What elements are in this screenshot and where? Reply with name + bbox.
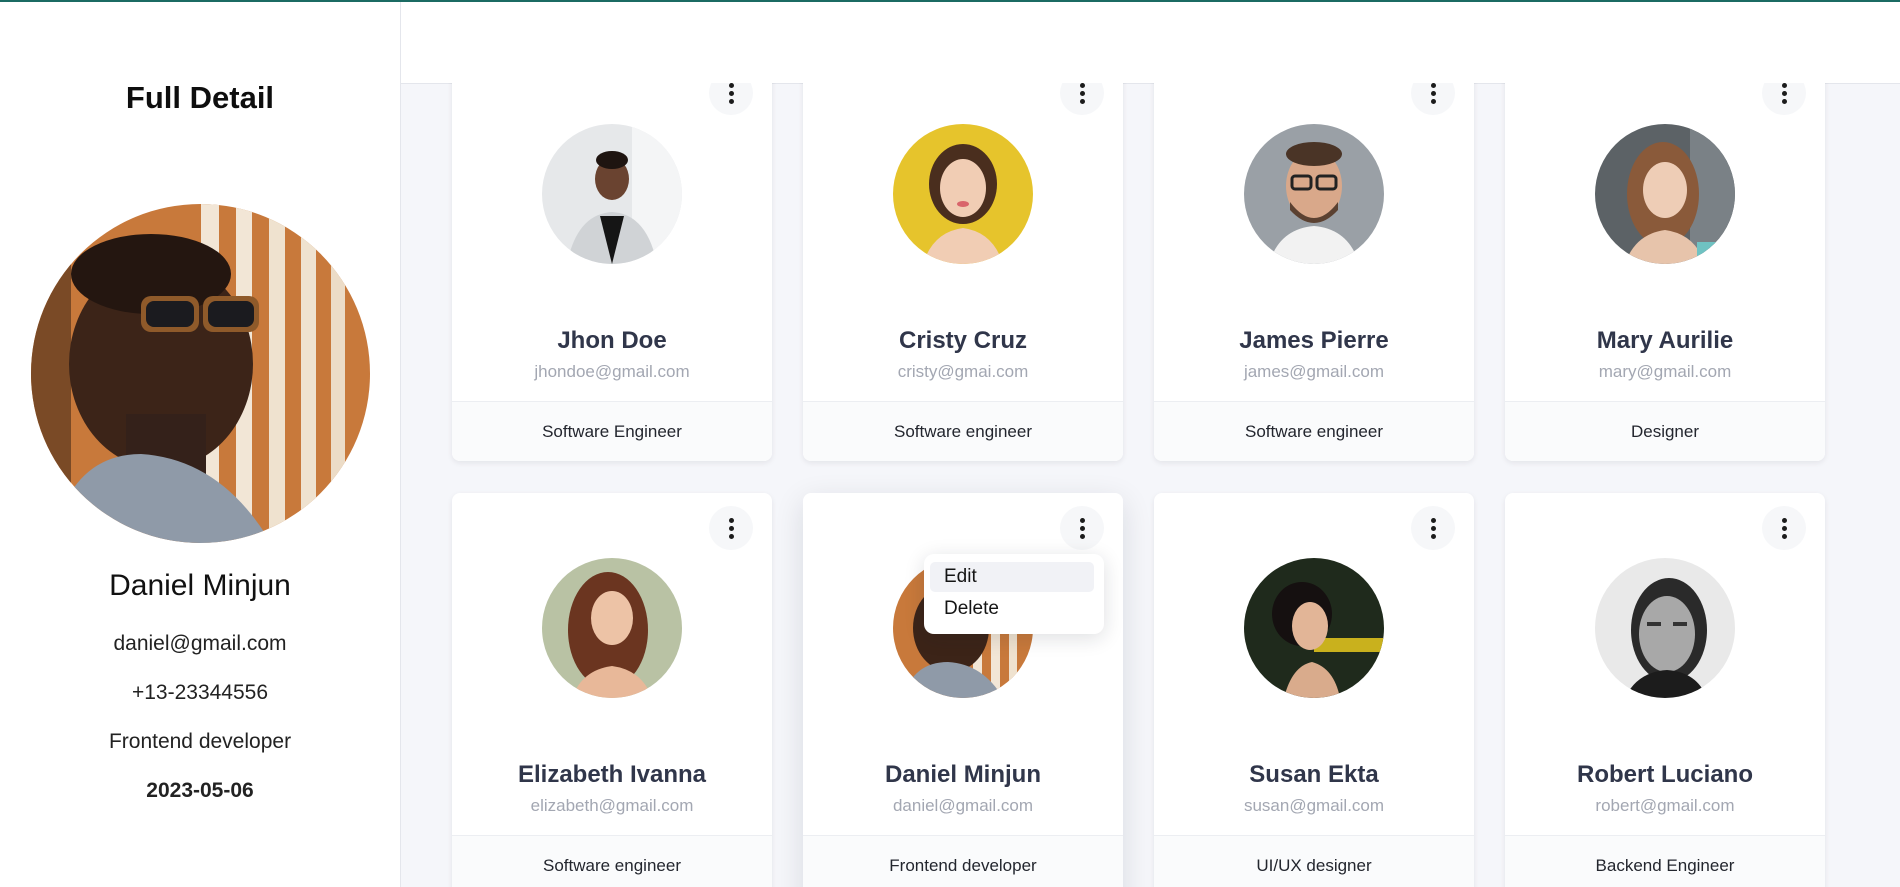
top-bar (401, 2, 1900, 84)
card-menu-button[interactable] (709, 506, 753, 550)
card-email: susan@gmail.com (1243, 796, 1385, 815)
card-role: Designer (1505, 401, 1825, 461)
card-role: UI/UX designer (1154, 835, 1474, 887)
card-email: james@gmail.com (1243, 362, 1385, 381)
card-name: Elizabeth Ivanna (517, 761, 707, 788)
delete-menu-item[interactable]: Delete (930, 594, 1094, 624)
card-email: mary@gmail.com (1598, 362, 1732, 381)
employee-card[interactable]: Cristy Cruz cristy@gmai.com Software eng… (803, 83, 1123, 461)
card-role: Software engineer (1154, 401, 1474, 461)
profile-role: Frontend developer (108, 730, 292, 753)
profile-name: Daniel Minjun (109, 569, 291, 602)
card-avatar (1595, 558, 1735, 698)
card-menu-button[interactable] (1060, 83, 1104, 115)
employee-card[interactable]: Daniel Minjun daniel@gmail.com Frontend … (803, 493, 1123, 887)
card-avatar (1244, 124, 1384, 264)
card-email: jhondoe@gmail.com (534, 362, 690, 381)
employee-card[interactable]: Mary Aurilie mary@gmail.com Designer (1505, 83, 1825, 461)
card-name: Robert Luciano (1576, 761, 1753, 788)
card-avatar (1244, 558, 1384, 698)
profile-avatar (31, 204, 370, 543)
employee-card[interactable]: Elizabeth Ivanna elizabeth@gmail.com Sof… (452, 493, 772, 887)
employee-card[interactable]: Jhon Doe jhondoe@gmail.com Software Engi… (452, 83, 772, 461)
card-menu-button[interactable] (1762, 83, 1806, 115)
detail-sidebar: Full Detail Daniel Minjun daniel@gmail.c… (0, 2, 401, 887)
card-menu-button[interactable] (1411, 506, 1455, 550)
card-menu-button[interactable] (1060, 506, 1104, 550)
card-name: Susan Ekta (1249, 761, 1379, 788)
card-email: robert@gmail.com (1595, 796, 1735, 815)
card-email: elizabeth@gmail.com (530, 796, 694, 815)
card-name: Mary Aurilie (1596, 327, 1734, 354)
card-context-menu: Edit Delete (924, 554, 1104, 634)
card-email: cristy@gmai.com (897, 362, 1029, 381)
card-name: Cristy Cruz (898, 327, 1028, 354)
profile-phone: +13-23344556 (131, 681, 269, 704)
card-menu-button[interactable] (709, 83, 753, 115)
card-name: Daniel Minjun (885, 761, 1041, 788)
edit-menu-item[interactable]: Edit (930, 562, 1094, 592)
employee-card[interactable]: Robert Luciano robert@gmail.com Backend … (1505, 493, 1825, 887)
employee-card[interactable]: James Pierre james@gmail.com Software en… (1154, 83, 1474, 461)
profile-date: 2023-05-06 (146, 779, 254, 802)
profile-email: daniel@gmail.com (113, 632, 287, 655)
card-role: Frontend developer (803, 835, 1123, 887)
card-avatar (893, 124, 1033, 264)
card-menu-button[interactable] (1411, 83, 1455, 115)
card-role: Software Engineer (452, 401, 772, 461)
employee-grid: Jhon Doe jhondoe@gmail.com Software Engi… (401, 83, 1900, 887)
card-name: Jhon Doe (557, 327, 667, 354)
card-role: Software engineer (452, 835, 772, 887)
card-role: Software engineer (803, 401, 1123, 461)
sidebar-title: Full Detail (125, 80, 275, 115)
card-menu-button[interactable] (1762, 506, 1806, 550)
card-name: James Pierre (1239, 327, 1389, 354)
card-avatar (542, 124, 682, 264)
card-role: Backend Engineer (1505, 835, 1825, 887)
employee-card[interactable]: Susan Ekta susan@gmail.com UI/UX designe… (1154, 493, 1474, 887)
card-avatar (542, 558, 682, 698)
card-email: daniel@gmail.com (892, 796, 1034, 815)
card-avatar (1595, 124, 1735, 264)
